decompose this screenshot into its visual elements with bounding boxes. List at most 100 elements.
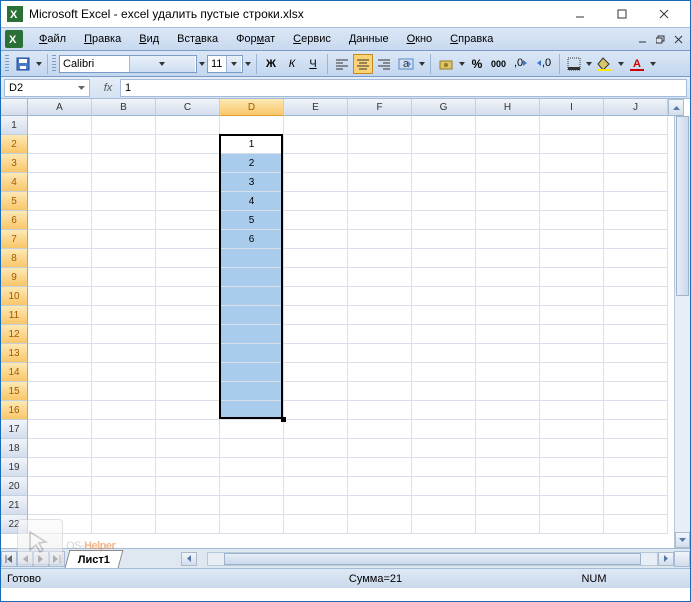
column-header-C[interactable]: C	[156, 99, 220, 116]
cell-B14[interactable]	[92, 363, 156, 382]
cell-I1[interactable]	[540, 116, 604, 135]
cell-E1[interactable]	[284, 116, 348, 135]
cell-J16[interactable]	[604, 401, 668, 420]
cell-E4[interactable]	[284, 173, 348, 192]
cell-C18[interactable]	[156, 439, 220, 458]
cell-A17[interactable]	[28, 420, 92, 439]
cell-J10[interactable]	[604, 287, 668, 306]
cell-E9[interactable]	[284, 268, 348, 287]
cell-A6[interactable]	[28, 211, 92, 230]
cell-H15[interactable]	[476, 382, 540, 401]
row-header-1[interactable]: 1	[1, 116, 28, 135]
fill-handle[interactable]	[281, 417, 286, 422]
cell-A10[interactable]	[28, 287, 92, 306]
cell-D14[interactable]	[220, 363, 284, 382]
percent-button[interactable]: %	[467, 54, 487, 74]
row-header-2[interactable]: 2	[1, 135, 28, 154]
menu-format[interactable]: Формат	[228, 30, 283, 48]
cell-D10[interactable]	[220, 287, 284, 306]
cell-B18[interactable]	[92, 439, 156, 458]
cell-B2[interactable]	[92, 135, 156, 154]
row-header-6[interactable]: 6	[1, 211, 28, 230]
cell-H8[interactable]	[476, 249, 540, 268]
save-dropdown[interactable]	[35, 62, 43, 66]
cell-G6[interactable]	[412, 211, 476, 230]
cell-B3[interactable]	[92, 154, 156, 173]
row-header-12[interactable]: 12	[1, 325, 28, 344]
cell-J5[interactable]	[604, 192, 668, 211]
cell-I15[interactable]	[540, 382, 604, 401]
cell-F6[interactable]	[348, 211, 412, 230]
cell-G2[interactable]	[412, 135, 476, 154]
cell-C22[interactable]	[156, 515, 220, 534]
cell-B5[interactable]	[92, 192, 156, 211]
cell-B1[interactable]	[92, 116, 156, 135]
cell-I19[interactable]	[540, 458, 604, 477]
cell-H10[interactable]	[476, 287, 540, 306]
select-all-corner[interactable]	[1, 99, 28, 116]
cell-E3[interactable]	[284, 154, 348, 173]
cell-E2[interactable]	[284, 135, 348, 154]
cell-A22[interactable]	[28, 515, 92, 534]
cell-B4[interactable]	[92, 173, 156, 192]
cell-G4[interactable]	[412, 173, 476, 192]
cell-H19[interactable]	[476, 458, 540, 477]
cell-I20[interactable]	[540, 477, 604, 496]
cell-E12[interactable]	[284, 325, 348, 344]
row-header-16[interactable]: 16	[1, 401, 28, 420]
cell-B17[interactable]	[92, 420, 156, 439]
chevron-down-icon[interactable]	[226, 56, 242, 72]
cell-G11[interactable]	[412, 306, 476, 325]
cell-A19[interactable]	[28, 458, 92, 477]
cell-F15[interactable]	[348, 382, 412, 401]
doc-restore-button[interactable]	[652, 32, 668, 46]
cell-J7[interactable]	[604, 230, 668, 249]
cell-D13[interactable]	[220, 344, 284, 363]
cell-D17[interactable]	[220, 420, 284, 439]
cell-E16[interactable]	[284, 401, 348, 420]
cell-C1[interactable]	[156, 116, 220, 135]
cell-A15[interactable]	[28, 382, 92, 401]
cell-A14[interactable]	[28, 363, 92, 382]
cell-E21[interactable]	[284, 496, 348, 515]
menu-file[interactable]: Файл	[31, 30, 74, 48]
cell-I4[interactable]	[540, 173, 604, 192]
cell-A18[interactable]	[28, 439, 92, 458]
increase-decimal-button[interactable]: ,0	[510, 54, 532, 74]
cell-I18[interactable]	[540, 439, 604, 458]
cell-F5[interactable]	[348, 192, 412, 211]
cell-B6[interactable]	[92, 211, 156, 230]
font-more[interactable]	[198, 62, 206, 66]
borders-button[interactable]	[564, 54, 584, 74]
borders-dropdown[interactable]	[585, 62, 593, 66]
cell-J14[interactable]	[604, 363, 668, 382]
cell-B10[interactable]	[92, 287, 156, 306]
cell-D16[interactable]	[220, 401, 284, 420]
cell-H2[interactable]	[476, 135, 540, 154]
cell-I16[interactable]	[540, 401, 604, 420]
vscroll-thumb[interactable]	[676, 116, 689, 296]
cell-F20[interactable]	[348, 477, 412, 496]
cell-G5[interactable]	[412, 192, 476, 211]
row-header-11[interactable]: 11	[1, 306, 28, 325]
row-header-19[interactable]: 19	[1, 458, 28, 477]
cell-H4[interactable]	[476, 173, 540, 192]
row-header-8[interactable]: 8	[1, 249, 28, 268]
row-header-18[interactable]: 18	[1, 439, 28, 458]
cell-D19[interactable]	[220, 458, 284, 477]
cell-G16[interactable]	[412, 401, 476, 420]
cell-D7[interactable]: 6	[220, 230, 284, 249]
cell-D22[interactable]	[220, 515, 284, 534]
cell-G17[interactable]	[412, 420, 476, 439]
cell-D4[interactable]: 3	[220, 173, 284, 192]
column-header-F[interactable]: F	[348, 99, 412, 116]
hscroll-thumb[interactable]	[224, 553, 641, 565]
cell-A11[interactable]	[28, 306, 92, 325]
currency-button[interactable]	[435, 54, 457, 74]
maximize-button[interactable]	[602, 3, 642, 25]
cell-F19[interactable]	[348, 458, 412, 477]
cell-C20[interactable]	[156, 477, 220, 496]
cell-H11[interactable]	[476, 306, 540, 325]
align-right-button[interactable]	[374, 54, 394, 74]
cell-C14[interactable]	[156, 363, 220, 382]
